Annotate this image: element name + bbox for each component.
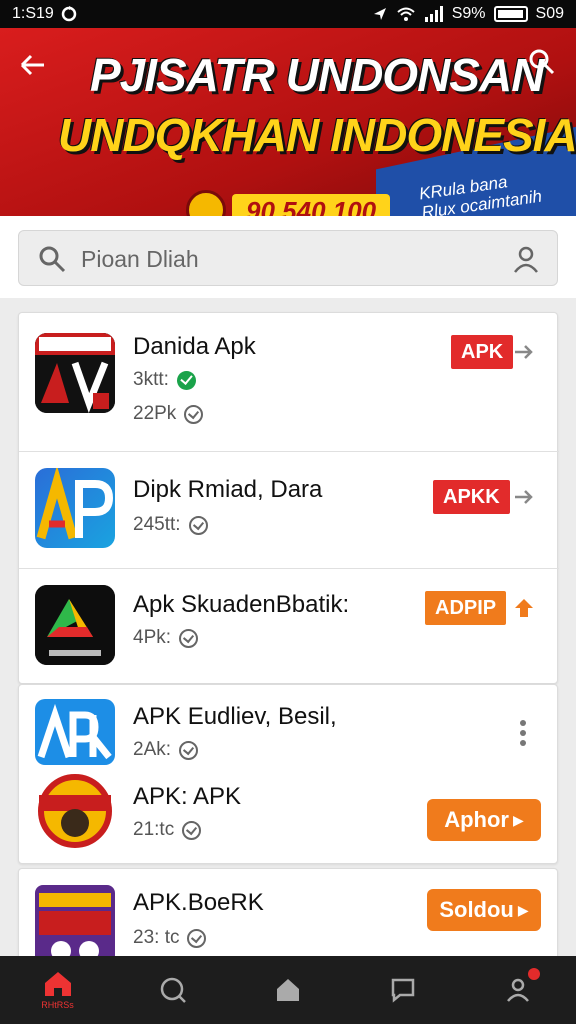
check-icon	[179, 628, 199, 648]
app-name: APK.BoeRK	[133, 889, 264, 916]
apk-badge[interactable]: ADPIP	[425, 591, 507, 625]
list-item[interactable]: Dipk Rmiad, Dara 245tt: APKK	[19, 452, 559, 568]
nav-profile[interactable]	[460, 956, 575, 1024]
verified-icon	[176, 370, 196, 390]
search-section	[0, 216, 576, 298]
apk-badge[interactable]: APKK	[433, 480, 510, 514]
share-arrow-icon[interactable]	[513, 486, 535, 508]
nav-apps[interactable]	[230, 956, 345, 1024]
app-icon-av	[35, 333, 115, 413]
list-item[interactable]: APK.BoeRK 23: tc Soldou ▶	[19, 869, 559, 969]
list-item[interactable]: APK Eudliev, Besil, 2Ak:	[19, 685, 559, 765]
nav-search[interactable]	[115, 956, 230, 1024]
app-icon-emblem	[35, 771, 115, 851]
app-icon-triangle	[35, 585, 115, 665]
app-meta: 2Ak:	[133, 739, 199, 761]
back-icon[interactable]	[18, 50, 48, 86]
wifi-icon	[397, 7, 415, 21]
share-arrow-icon[interactable]	[513, 341, 535, 363]
app-list-card: Danida Apk 3ktt: 22Pk APK Dipk Rmiad, Da…	[18, 312, 559, 685]
list-item[interactable]: APK: APK 21:tc Aphor ▶	[19, 767, 559, 865]
app-icon-bipein	[35, 885, 115, 965]
profile-icon	[506, 978, 529, 1002]
app-name: Danida Apk	[133, 333, 256, 360]
check-icon	[184, 404, 204, 424]
app-meta: 4Pk:	[133, 627, 199, 649]
install-button-label: Aphor	[444, 807, 509, 832]
app-meta-text: 245tt:	[133, 514, 181, 535]
banner-emblem-icon	[186, 190, 226, 216]
check-icon	[187, 928, 207, 948]
battery-tail: S09	[535, 5, 564, 22]
app-meta: 3ktt:	[133, 369, 196, 391]
search-input[interactable]	[81, 241, 481, 277]
app-name: APK: APK	[133, 783, 242, 810]
banner-title-line2: UNDQKHAN INDONESIA!	[58, 109, 576, 161]
check-icon	[182, 820, 202, 840]
app-meta: 23: tc	[133, 927, 207, 949]
apk-badge[interactable]: APK	[451, 335, 514, 369]
list-item[interactable]: Apk SkuadenBbatik: 4Pk: ADPIP	[19, 569, 559, 685]
app-meta-text: 4Pk:	[133, 627, 172, 648]
app-meta: 21:tc	[133, 819, 202, 841]
banner-title-line1: PJISATR UNDONSAN	[90, 49, 544, 101]
app-icon-ap	[35, 468, 115, 548]
app-meta-text: 2Ak:	[133, 739, 172, 760]
app-name: Apk SkuadenBbatik:	[133, 591, 350, 618]
sync-icon	[61, 6, 77, 22]
nav-home-label: RHtRSs	[41, 1000, 74, 1010]
app-list-card: APK.BoeRK 23: tc Soldou ▶	[18, 868, 558, 968]
user-icon[interactable]	[511, 244, 541, 274]
install-button-label: Soldou	[439, 897, 514, 922]
notification-dot	[528, 968, 540, 980]
check-icon	[188, 515, 208, 535]
app-name: Dipk Rmiad, Dara	[133, 476, 323, 503]
location-icon	[373, 8, 386, 20]
app-meta-text: 23: tc	[133, 927, 180, 948]
bottom-nav: RHtRSs	[0, 956, 576, 1024]
banner-search-icon[interactable]	[528, 48, 556, 76]
home-icon	[44, 972, 71, 996]
app-list-card: APK Eudliev, Besil, 2Ak: APK: APK 21:tc …	[18, 684, 558, 864]
app-meta-secondary: 22Pk	[133, 403, 204, 425]
status-time: 1:S19	[12, 5, 54, 22]
app-meta: 245tt:	[133, 514, 208, 536]
battery-percent: S9%	[451, 5, 486, 22]
banner-amount: 90.540 100	[232, 194, 391, 216]
install-button[interactable]: Soldou ▶	[427, 889, 541, 931]
nav-home[interactable]: RHtRSs	[0, 956, 115, 1024]
more-options-icon[interactable]	[519, 719, 527, 747]
app-meta-text: 21:tc	[133, 819, 175, 840]
app-meta-text: 3ktt:	[133, 369, 169, 390]
download-icon[interactable]	[513, 597, 535, 619]
search-icon	[160, 977, 186, 1003]
house-icon	[276, 979, 299, 1001]
chat-icon	[391, 978, 414, 1003]
signal-icon	[424, 6, 443, 22]
app-name: APK Eudliev, Besil,	[133, 703, 337, 730]
install-button[interactable]: Aphor ▶	[427, 799, 541, 841]
status-bar: 1:S19 S9% S09	[0, 0, 576, 28]
search-icon	[39, 246, 66, 273]
battery-icon	[493, 6, 528, 22]
check-icon	[179, 740, 199, 760]
promo-banner[interactable]: PJISATR UNDONSAN UNDQKHAN INDONESIA! 90.…	[0, 28, 576, 216]
search-box[interactable]	[18, 230, 558, 286]
app-icon-apr	[35, 699, 115, 765]
play-arrow-icon: ▶	[517, 901, 529, 918]
nav-messages[interactable]	[345, 956, 460, 1024]
app-meta-text: 22Pk	[133, 403, 177, 424]
list-item[interactable]: Danida Apk 3ktt: 22Pk APK	[19, 313, 559, 451]
play-arrow-icon: ▶	[512, 811, 524, 828]
